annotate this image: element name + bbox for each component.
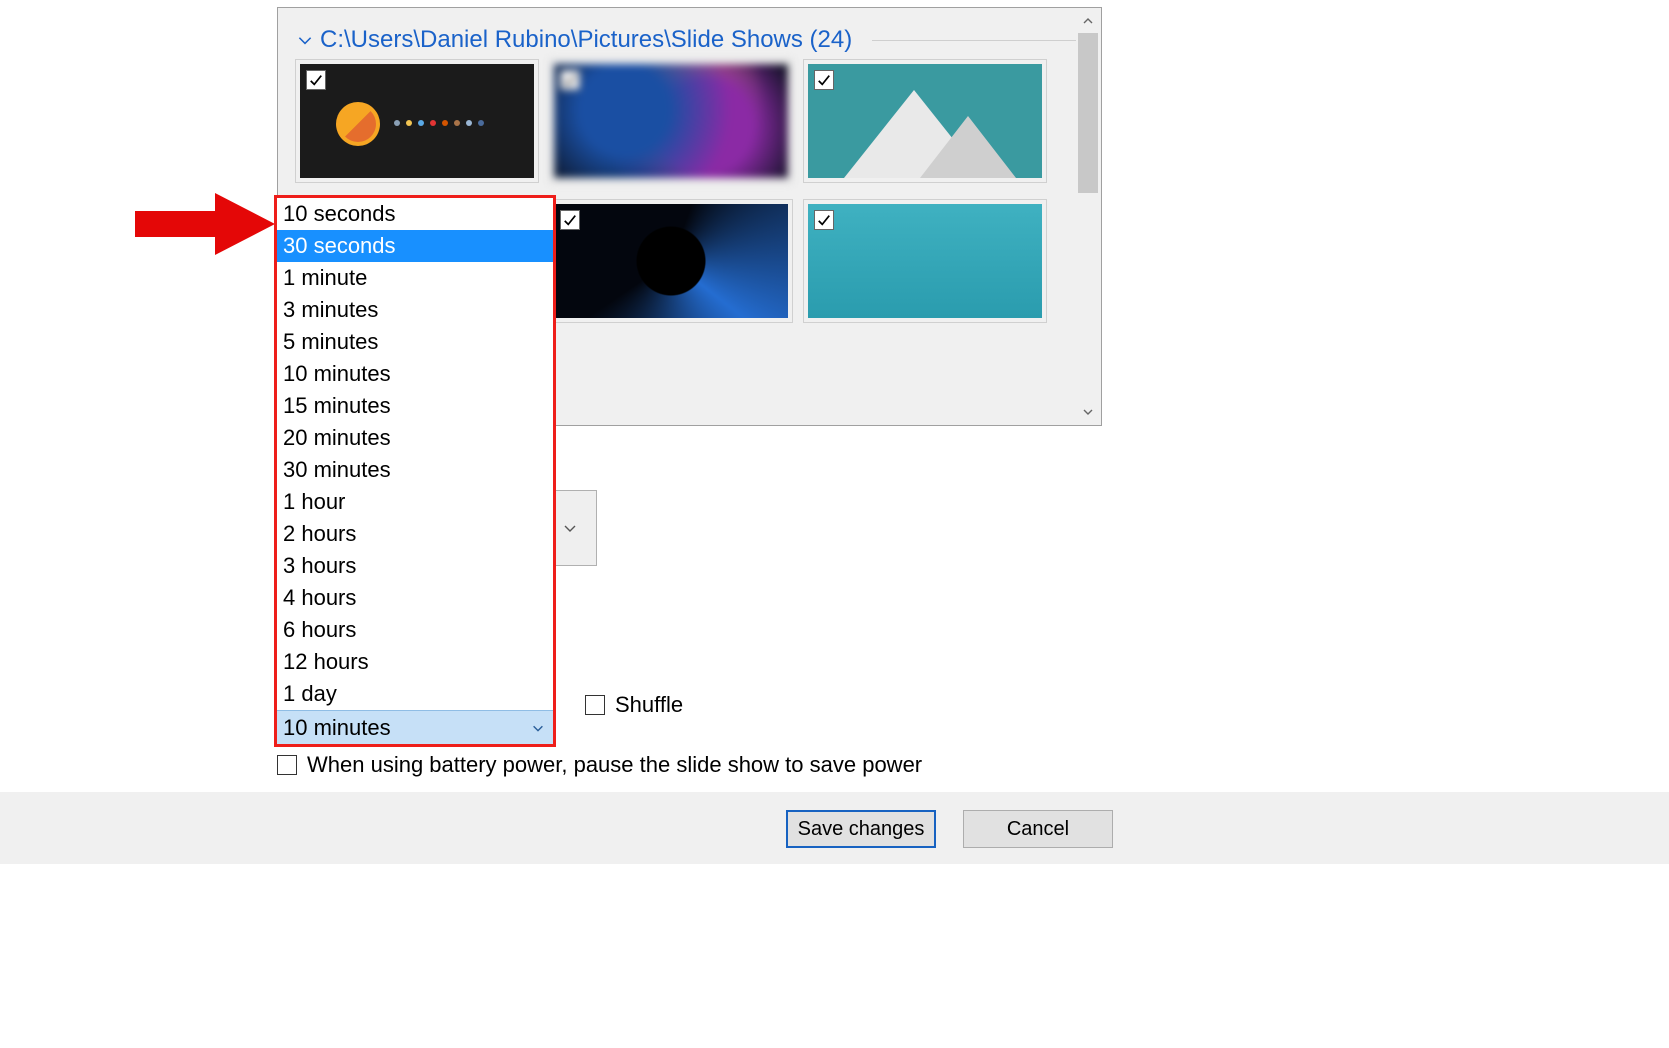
interval-option[interactable]: 12 hours: [277, 646, 553, 678]
save-button[interactable]: Save changes: [786, 810, 936, 848]
interval-dropdown-open: 10 seconds30 seconds1 minute3 minutes5 m…: [274, 195, 556, 747]
save-button-label: Save changes: [798, 818, 925, 841]
folder-path-label: C:\Users\Daniel Rubino\Pictures\Slide Sh…: [320, 26, 852, 54]
chevron-down-icon: [296, 31, 314, 49]
cancel-button[interactable]: Cancel: [963, 810, 1113, 848]
scrollbar-track[interactable]: [1076, 33, 1100, 400]
interval-dropdown-value: 10 minutes: [283, 715, 391, 741]
scroll-down-button[interactable]: [1076, 400, 1100, 424]
dialog-button-bar: Save changes Cancel: [0, 792, 1669, 864]
wallpaper-thumbnail[interactable]: [300, 64, 534, 178]
thumbnail-checkbox[interactable]: [560, 210, 580, 230]
interval-option[interactable]: 2 hours: [277, 518, 553, 550]
interval-option[interactable]: 4 hours: [277, 582, 553, 614]
shuffle-label: Shuffle: [615, 692, 683, 718]
thumbnail-checkbox[interactable]: [560, 70, 580, 90]
interval-option[interactable]: 5 minutes: [277, 326, 553, 358]
wallpaper-thumbnail[interactable]: [554, 64, 788, 178]
shuffle-row: Shuffle: [585, 692, 683, 718]
thumbnail-checkbox[interactable]: [814, 210, 834, 230]
folder-group-header[interactable]: C:\Users\Daniel Rubino\Pictures\Slide Sh…: [292, 18, 1087, 64]
shuffle-checkbox[interactable]: [585, 695, 605, 715]
interval-option[interactable]: 1 day: [277, 678, 553, 710]
battery-row: When using battery power, pause the slid…: [277, 752, 922, 778]
wallpaper-thumbnail[interactable]: [808, 64, 1042, 178]
interval-option[interactable]: 1 hour: [277, 486, 553, 518]
battery-label: When using battery power, pause the slid…: [307, 752, 922, 778]
scrollbar[interactable]: [1076, 9, 1100, 424]
interval-option[interactable]: 3 hours: [277, 550, 553, 582]
interval-option[interactable]: 3 minutes: [277, 294, 553, 326]
interval-option[interactable]: 30 minutes: [277, 454, 553, 486]
interval-option[interactable]: 10 seconds: [277, 198, 553, 230]
callout-arrow-icon: [135, 193, 275, 255]
wallpaper-thumbnail[interactable]: [808, 204, 1042, 318]
thumbnail-checkbox[interactable]: [306, 70, 326, 90]
interval-dropdown-current[interactable]: 10 minutes: [277, 710, 553, 744]
interval-dropdown-list: 10 seconds30 seconds1 minute3 minutes5 m…: [277, 198, 553, 710]
interval-option[interactable]: 6 hours: [277, 614, 553, 646]
interval-option[interactable]: 1 minute: [277, 262, 553, 294]
cancel-button-label: Cancel: [1007, 818, 1069, 841]
chevron-down-icon: [562, 520, 578, 536]
interval-option[interactable]: 15 minutes: [277, 390, 553, 422]
scroll-up-button[interactable]: [1076, 9, 1100, 33]
interval-option[interactable]: 30 seconds: [277, 230, 553, 262]
scrollbar-thumb[interactable]: [1078, 33, 1098, 193]
divider: [872, 40, 1087, 41]
battery-checkbox[interactable]: [277, 755, 297, 775]
interval-option[interactable]: 10 minutes: [277, 358, 553, 390]
interval-option[interactable]: 20 minutes: [277, 422, 553, 454]
chevron-down-icon: [531, 721, 545, 735]
wallpaper-thumbnail[interactable]: [554, 204, 788, 318]
thumbnail-checkbox[interactable]: [814, 70, 834, 90]
